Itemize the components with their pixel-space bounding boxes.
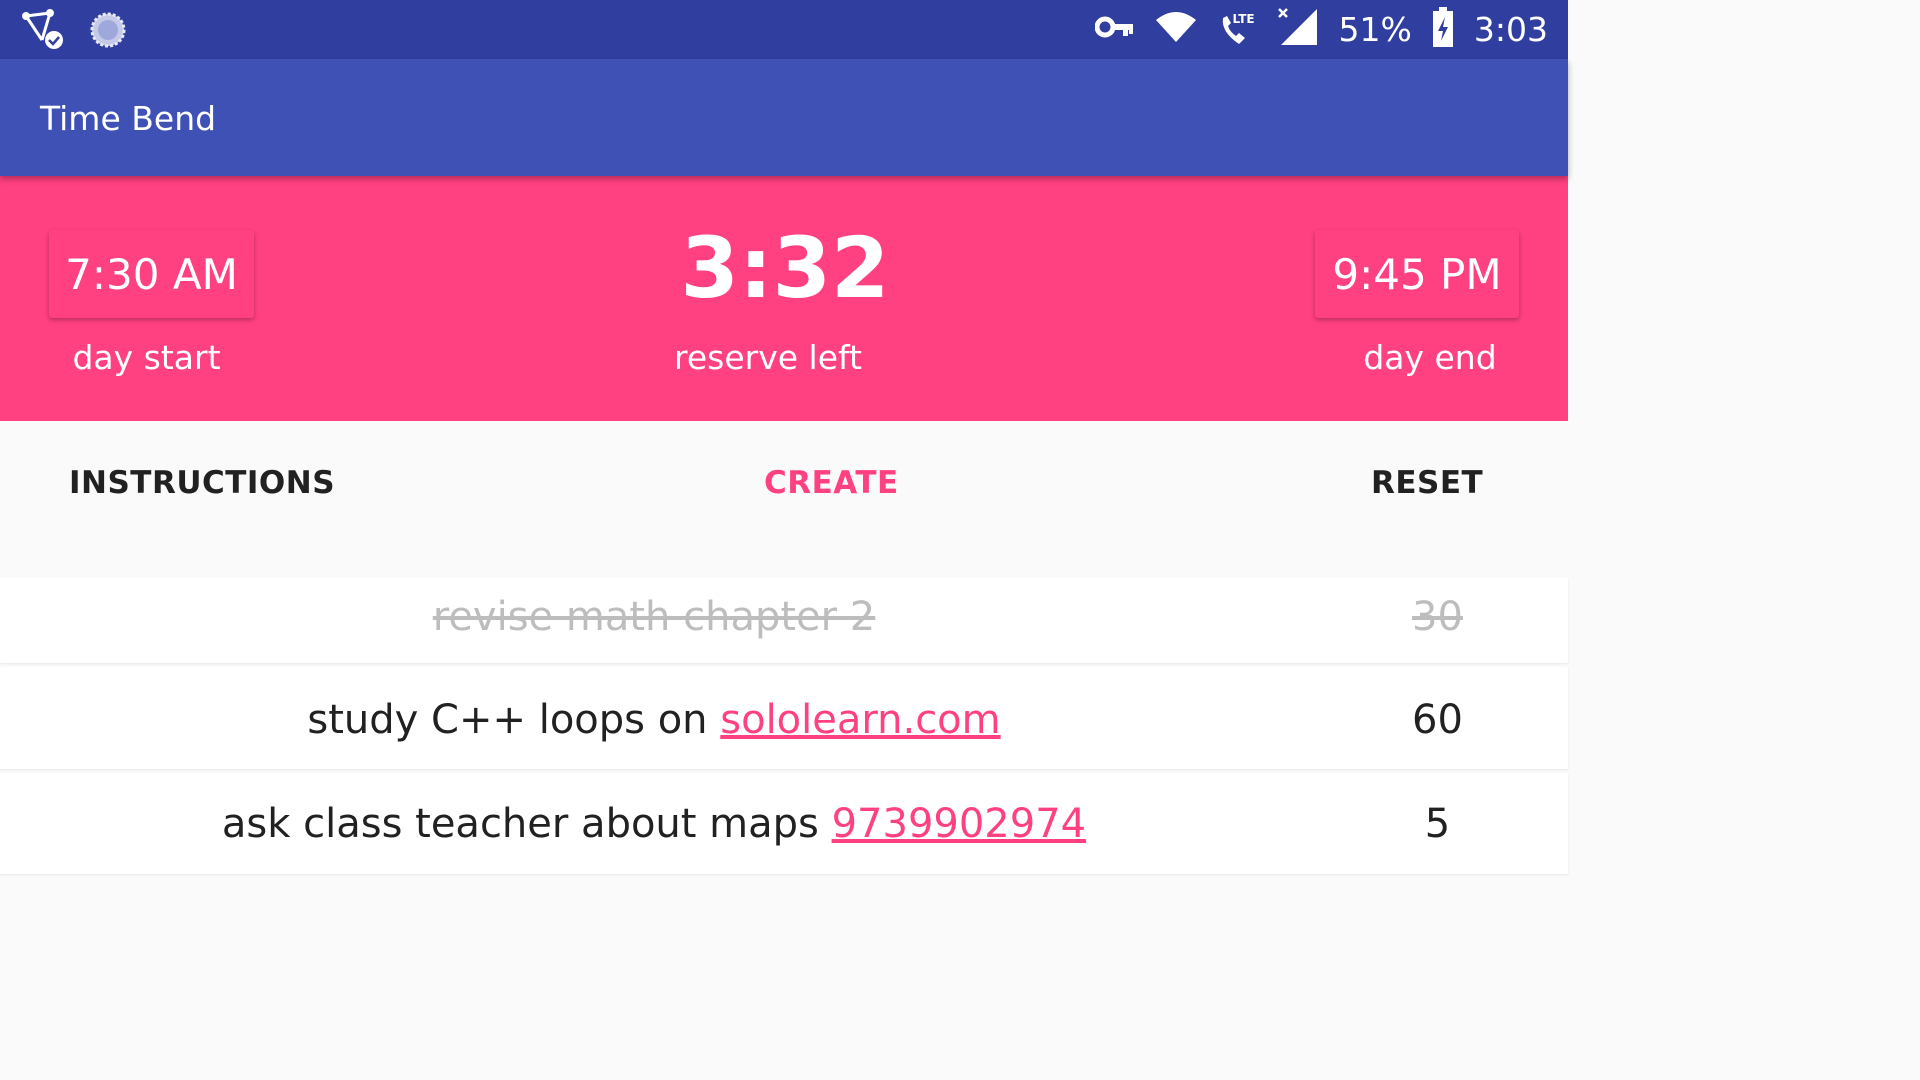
battery-percent: 51% bbox=[1338, 10, 1412, 49]
status-bar: LTE 51% 3:03 bbox=[0, 0, 1568, 59]
create-button[interactable]: CREATE bbox=[764, 465, 899, 501]
time-header: 7:30 AM day start 3:32 reserve left 9:45… bbox=[0, 176, 1568, 421]
instructions-button[interactable]: INSTRUCTIONS bbox=[69, 465, 335, 501]
task-row[interactable]: study C++ loops on sololearn.com 60 bbox=[0, 667, 1568, 769]
status-time: 3:03 bbox=[1473, 10, 1548, 49]
day-end-label: day end bbox=[1363, 338, 1497, 377]
task-text: study C++ loops on bbox=[307, 697, 708, 743]
task-phone-link[interactable]: 9739902974 bbox=[832, 801, 1087, 847]
reset-button[interactable]: RESET bbox=[1371, 465, 1483, 501]
app-title: Time Bend bbox=[40, 99, 217, 138]
share-check-icon bbox=[20, 8, 66, 57]
task-link[interactable]: sololearn.com bbox=[720, 697, 1000, 743]
reserve-label: reserve left bbox=[674, 338, 862, 377]
wifi-icon bbox=[1155, 11, 1197, 48]
battery-charging-icon bbox=[1432, 7, 1454, 52]
task-content: ask class teacher about maps 9739902974 bbox=[0, 801, 1308, 847]
day-start-time-button[interactable]: 7:30 AM bbox=[49, 230, 254, 318]
task-row[interactable]: revise math chapter 2 30 bbox=[0, 578, 1568, 663]
vpn-key-icon bbox=[1094, 14, 1135, 45]
loading-spinner-icon bbox=[88, 10, 128, 55]
task-minutes: 5 bbox=[1424, 801, 1451, 847]
signal-no-data-icon bbox=[1277, 7, 1319, 52]
task-minutes: 30 bbox=[1412, 594, 1463, 640]
lte-badge: LTE bbox=[1232, 11, 1255, 26]
app-bar: Time Bend bbox=[0, 59, 1568, 176]
task-text: ask class teacher about maps bbox=[221, 801, 819, 847]
task-content: study C++ loops on sololearn.com bbox=[0, 697, 1308, 743]
task-row[interactable]: ask class teacher about maps 9739902974 … bbox=[0, 773, 1568, 874]
task-minutes: 60 bbox=[1412, 697, 1463, 743]
task-text: revise math chapter 2 bbox=[432, 594, 876, 640]
call-lte-icon: LTE bbox=[1217, 10, 1257, 50]
day-start-label: day start bbox=[72, 338, 221, 377]
day-end-time-button[interactable]: 9:45 PM bbox=[1315, 230, 1519, 318]
reserve-time: 3:32 bbox=[680, 219, 890, 317]
action-bar: INSTRUCTIONS CREATE RESET bbox=[0, 421, 1568, 577]
